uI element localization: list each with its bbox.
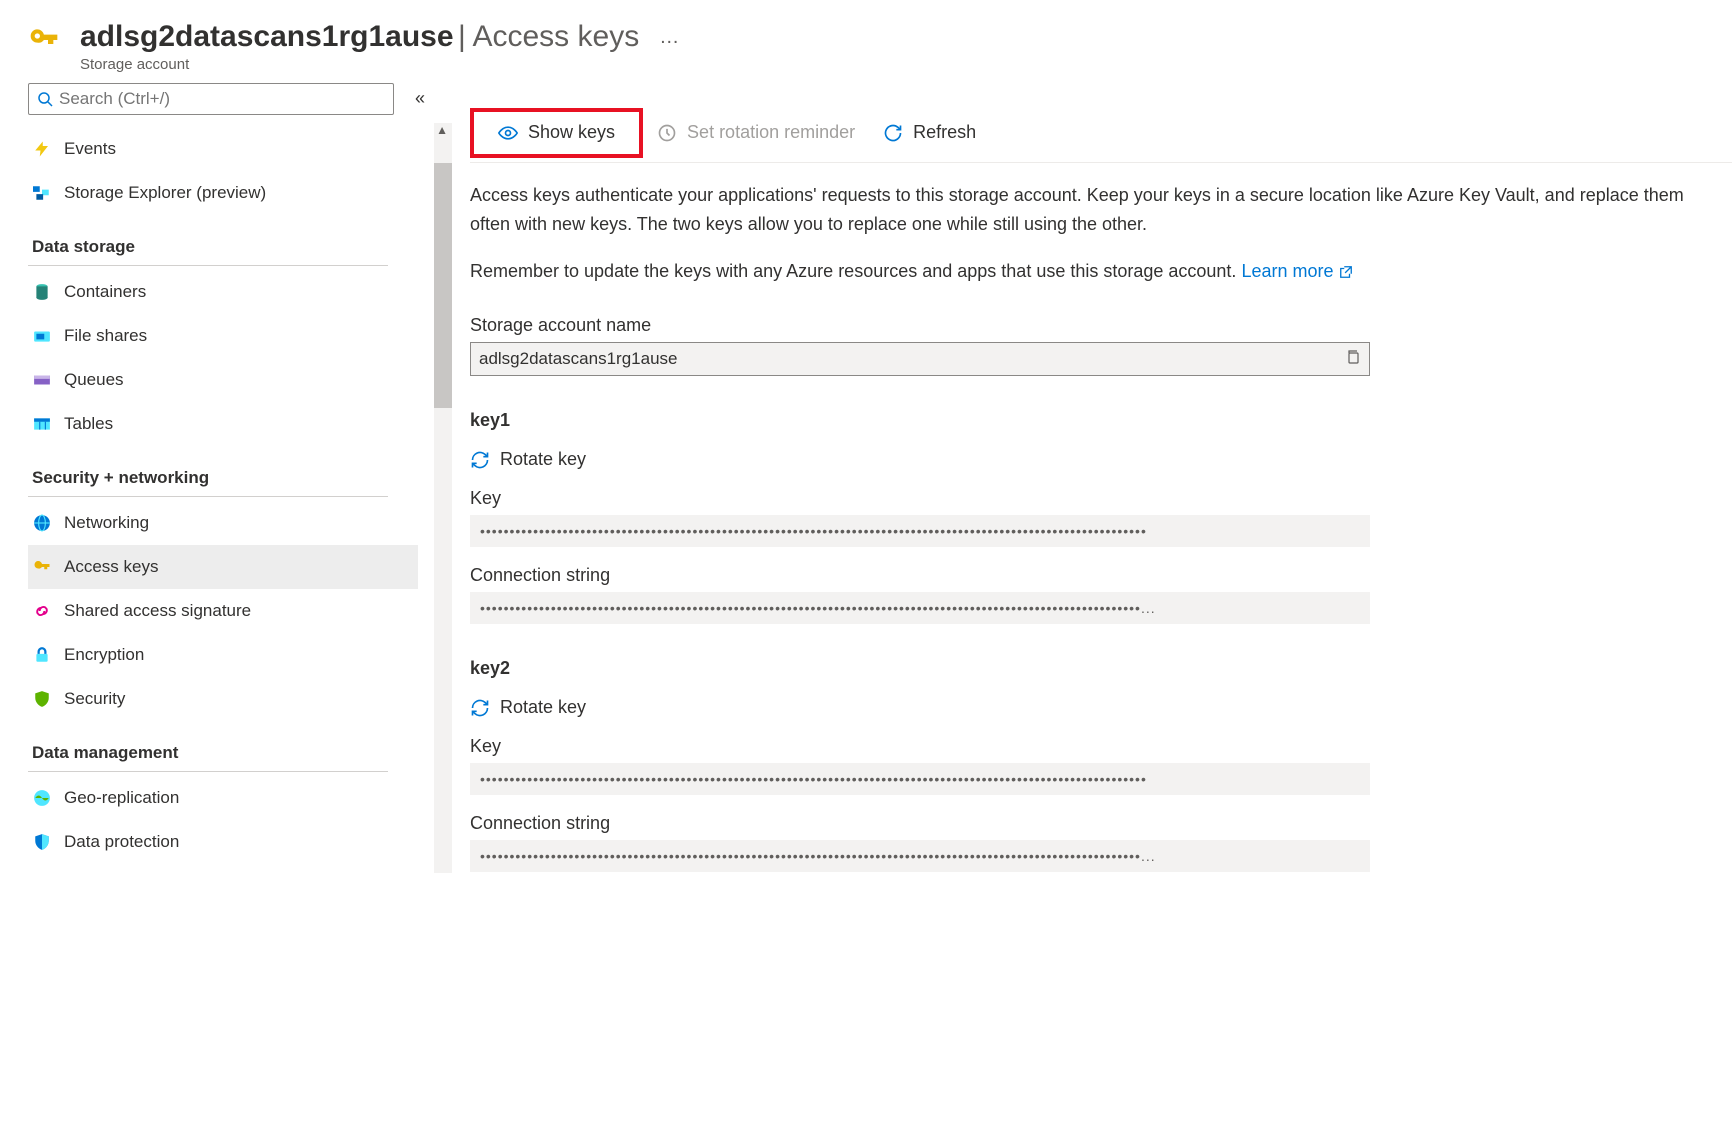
sidebar-item-label: Tables	[64, 414, 113, 434]
globe-icon	[32, 513, 52, 533]
main-content: Show keys Set rotation reminder Refresh …	[400, 83, 1732, 872]
search-icon	[37, 91, 53, 107]
resource-type-label: Storage account	[80, 56, 679, 73]
sidebar-item-networking[interactable]: Networking	[28, 501, 418, 545]
key2-conn-label: Connection string	[470, 813, 1732, 834]
key2-conn-field[interactable]: ••••••••••••••••••••••••••••••••••••••••…	[470, 840, 1370, 872]
rotate-icon	[470, 450, 490, 470]
scroll-up-arrow[interactable]: ▲	[436, 123, 448, 137]
eye-icon	[498, 123, 518, 143]
scrollbar-thumb[interactable]	[434, 163, 452, 408]
key1-key-field[interactable]: ••••••••••••••••••••••••••••••••••••••••…	[470, 515, 1370, 547]
rotate-icon	[470, 698, 490, 718]
learn-more-link[interactable]: Learn more	[1241, 261, 1352, 281]
key-icon	[28, 24, 60, 56]
sidebar-item-events[interactable]: Events	[28, 127, 418, 171]
sidebar-item-label: Events	[64, 139, 116, 159]
account-name-field[interactable]: adlsg2datascans1rg1ause	[470, 342, 1370, 376]
sidebar-section-data-storage: Data storage	[28, 215, 388, 266]
refresh-button[interactable]: Refresh	[869, 116, 990, 149]
key1-title: key1	[470, 410, 1732, 431]
set-rotation-button[interactable]: Set rotation reminder	[643, 116, 869, 149]
sidebar-section-data-mgmt: Data management	[28, 721, 388, 772]
queue-icon	[32, 370, 52, 390]
account-name-label: Storage account name	[470, 315, 1732, 336]
sidebar-item-label: Encryption	[64, 645, 144, 665]
sidebar-item-label: Data protection	[64, 832, 179, 852]
collapse-sidebar-button[interactable]: «	[415, 88, 425, 109]
sidebar-item-containers[interactable]: Containers	[28, 270, 418, 314]
page-title: adlsg2datascans1rg1ause | Access keys	[80, 20, 639, 54]
link-icon	[32, 601, 52, 621]
sidebar-section-security: Security + networking	[28, 446, 388, 497]
sidebar-item-label: Containers	[64, 282, 146, 302]
sidebar-item-geo-replication[interactable]: Geo-replication	[28, 776, 418, 820]
shield-icon	[32, 689, 52, 709]
more-actions-button[interactable]: …	[659, 26, 679, 49]
sidebar-item-file-shares[interactable]: File shares	[28, 314, 418, 358]
refresh-icon	[883, 123, 903, 143]
sidebar-item-label: Shared access signature	[64, 601, 251, 621]
fileshare-icon	[32, 326, 52, 346]
search-input[interactable]	[28, 83, 394, 115]
copy-icon	[1345, 349, 1361, 365]
description-text-2: Remember to update the keys with any Azu…	[470, 257, 1700, 286]
sidebar: « ▲ Events Storage Explorer (preview) Da…	[0, 83, 400, 872]
toolbar: Show keys Set rotation reminder Refresh	[470, 103, 1732, 163]
explorer-icon	[32, 183, 52, 203]
sidebar-item-storage-explorer[interactable]: Storage Explorer (preview)	[28, 171, 418, 215]
sidebar-item-access-keys[interactable]: Access keys	[28, 545, 418, 589]
rotate-key1-button[interactable]: Rotate key	[470, 449, 1732, 470]
container-icon	[32, 282, 52, 302]
sidebar-item-label: Security	[64, 689, 125, 709]
sidebar-item-data-protection[interactable]: Data protection	[28, 820, 418, 864]
key1-conn-label: Connection string	[470, 565, 1732, 586]
rotate-key2-button[interactable]: Rotate key	[470, 697, 1732, 718]
key2-key-label: Key	[470, 736, 1732, 757]
sidebar-item-security[interactable]: Security	[28, 677, 418, 721]
sidebar-item-queues[interactable]: Queues	[28, 358, 418, 402]
sidebar-item-tables[interactable]: Tables	[28, 402, 418, 446]
shield2-icon	[32, 832, 52, 852]
key1-key-label: Key	[470, 488, 1732, 509]
key2-title: key2	[470, 658, 1732, 679]
sidebar-item-encryption[interactable]: Encryption	[28, 633, 418, 677]
clock-icon	[657, 123, 677, 143]
page-header: adlsg2datascans1rg1ause | Access keys … …	[0, 0, 1732, 83]
description-text: Access keys authenticate your applicatio…	[470, 181, 1700, 239]
show-keys-highlight: Show keys	[470, 108, 643, 158]
lock-icon	[32, 645, 52, 665]
key2-key-field[interactable]: ••••••••••••••••••••••••••••••••••••••••…	[470, 763, 1370, 795]
key1-conn-field[interactable]: ••••••••••••••••••••••••••••••••••••••••…	[470, 592, 1370, 624]
sidebar-item-label: Networking	[64, 513, 149, 533]
sidebar-item-sas[interactable]: Shared access signature	[28, 589, 418, 633]
show-keys-button[interactable]: Show keys	[484, 116, 629, 149]
sidebar-item-label: Queues	[64, 370, 124, 390]
sidebar-item-label: Storage Explorer (preview)	[64, 183, 266, 203]
lightning-icon	[32, 139, 52, 159]
sidebar-item-label: File shares	[64, 326, 147, 346]
sidebar-item-label: Access keys	[64, 557, 158, 577]
key-icon	[32, 557, 52, 577]
sidebar-item-label: Geo-replication	[64, 788, 179, 808]
table-icon	[32, 414, 52, 434]
copy-button[interactable]	[1345, 349, 1361, 370]
globe2-icon	[32, 788, 52, 808]
